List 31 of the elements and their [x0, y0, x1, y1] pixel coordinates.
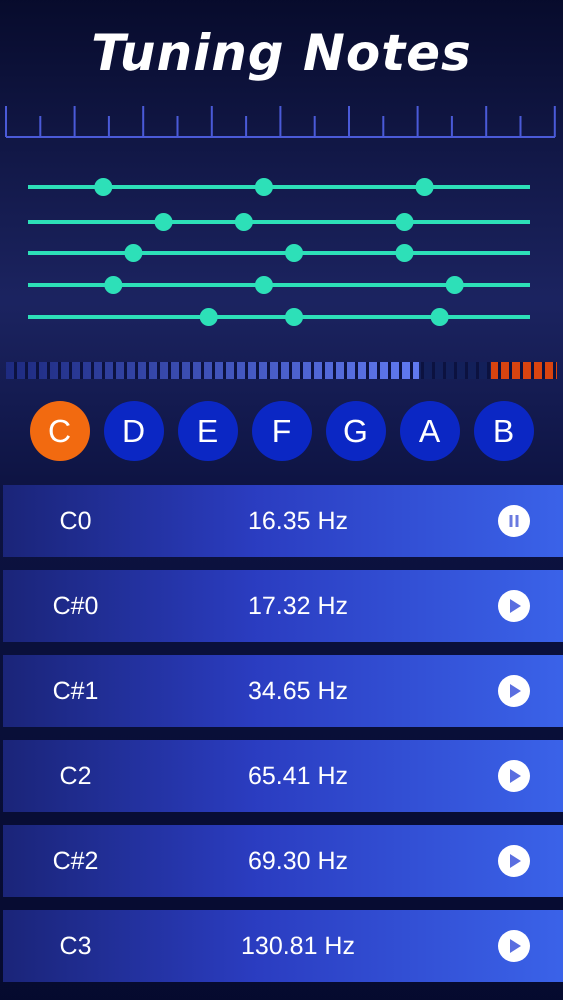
play-icon[interactable]: [498, 930, 530, 962]
app-title: Tuning Notes: [90, 23, 473, 84]
note-frequency: 17.32 Hz: [246, 592, 350, 620]
note-row[interactable]: C0 16.35 Hz: [3, 485, 563, 557]
note-name: C2: [58, 762, 92, 790]
note-button[interactable]: E: [178, 401, 238, 461]
note-frequency: 16.35 Hz: [246, 506, 350, 536]
note-name: C3: [58, 932, 92, 960]
note-button[interactable]: A: [400, 401, 460, 461]
play-icon[interactable]: [498, 760, 530, 792]
note-frequency: 69.30 Hz: [246, 846, 350, 876]
play-icon[interactable]: [498, 590, 530, 622]
note-name: C0: [58, 506, 92, 536]
play-icon[interactable]: [498, 675, 530, 707]
note-button[interactable]: B: [474, 401, 534, 461]
note-row[interactable]: C2 65.41 Hz: [3, 740, 563, 812]
note-frequency: 65.41 Hz: [246, 762, 350, 790]
note-frequency: 130.81 Hz: [240, 932, 356, 960]
note-button[interactable]: D: [104, 401, 164, 461]
note-name: C#0: [52, 592, 100, 620]
play-icon[interactable]: [498, 845, 530, 877]
note-name: C#1: [52, 676, 100, 706]
note-row[interactable]: C#2 69.30 Hz: [3, 825, 563, 897]
note-button[interactable]: F: [252, 401, 312, 461]
pause-icon[interactable]: [498, 505, 530, 537]
note-row[interactable]: C#0 17.32 Hz: [3, 570, 563, 642]
note-name: C#2: [52, 846, 100, 876]
note-button[interactable]: G: [326, 401, 386, 461]
note-frequency: 34.65 Hz: [246, 676, 350, 706]
note-row[interactable]: C#1 34.65 Hz: [3, 655, 563, 727]
note-row[interactable]: C3 130.81 Hz: [3, 910, 563, 982]
